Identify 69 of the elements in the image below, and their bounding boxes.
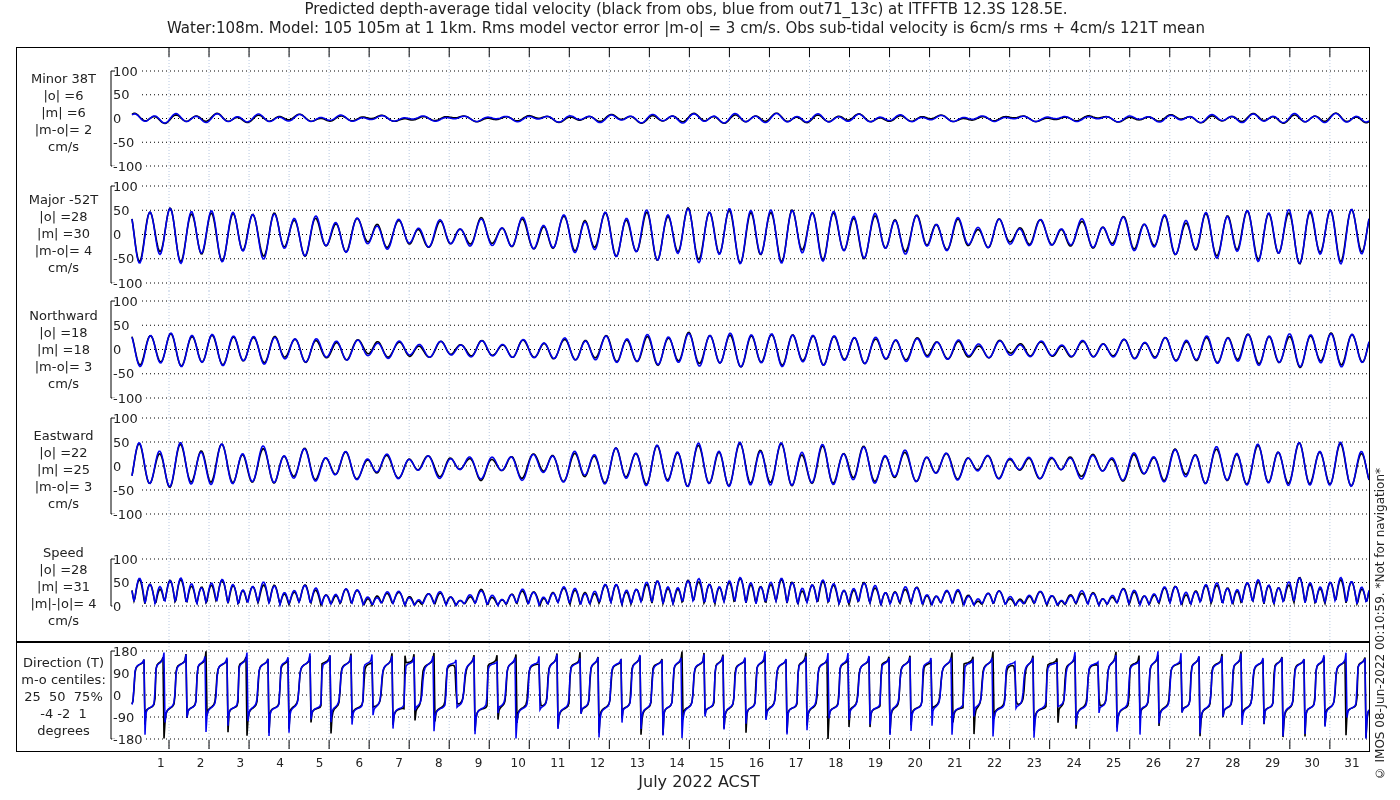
x-tick-label: 3	[236, 756, 245, 772]
x-tick-label: 27	[1185, 756, 1201, 772]
y-tick-label: 0	[113, 687, 122, 703]
x-tick-label: 4	[276, 756, 284, 772]
y-tick-label: -100	[113, 506, 143, 522]
y-tick-label: -90	[113, 709, 135, 725]
y-tick-label: 0	[113, 598, 122, 614]
x-axis-label: July 2022 ACST	[638, 772, 760, 792]
y-tick-label: 100	[113, 293, 138, 309]
panel-label: Northward |o| =18 |m| =18 |m-o|= 3 cm/s	[28, 307, 99, 393]
x-tick-label: 31	[1344, 756, 1360, 772]
panel-label: Major -52T |o| =28 |m| =30 |m-o|= 4 cm/s	[27, 191, 100, 277]
chart-title: Predicted depth-average tidal velocity (black from obs, blue from out71_13c) at ITFFTB 12.3S 128.5E.	[304, 0, 1068, 19]
x-tick-label: 11	[550, 756, 566, 772]
x-tick-label: 20	[907, 756, 923, 772]
x-tick-label: 13	[629, 756, 645, 772]
y-tick-label: -50	[113, 134, 135, 150]
y-tick-label: 100	[113, 178, 138, 194]
x-tick-label: 15	[709, 756, 725, 772]
x-tick-label: 1	[157, 756, 165, 772]
y-tick-label: -180	[113, 731, 143, 747]
x-tick-label: 25	[1106, 756, 1122, 772]
chart-title: Water:108m. Model: 105 105m at 1 1km. Rms model vector error |m-o| = 3 cm/s. Obs sub-tidal velocity is 6cm/s rms + 4cm/s 121T mean	[166, 19, 1206, 38]
x-tick-label: 10	[510, 756, 526, 772]
x-tick-label: 19	[867, 756, 884, 772]
x-tick-label: 26	[1145, 756, 1162, 772]
y-tick-label: 50	[113, 317, 130, 333]
y-tick-label: 50	[113, 434, 130, 450]
x-tick-label: 24	[1066, 756, 1082, 772]
x-tick-label: 21	[947, 756, 963, 772]
x-tick-label: 22	[986, 756, 1003, 772]
x-tick-label: 28	[1225, 756, 1241, 772]
y-tick-label: -50	[113, 366, 135, 382]
panel-label: Minor 38T |o| =6 |m| =6 |m-o|= 2 cm/s	[30, 69, 97, 156]
y-tick-label: 0	[113, 342, 122, 358]
y-tick-label: -100	[113, 275, 143, 291]
y-tick-label: 100	[113, 551, 138, 567]
x-tick-label: 29	[1264, 756, 1281, 772]
panel-label: Speed |o| =28 |m| =31 |m|-|o|= 4 cm/s	[29, 543, 98, 630]
y-tick-label: 50	[113, 202, 130, 218]
x-tick-label: 17	[788, 756, 804, 772]
x-tick-label: 2	[196, 756, 205, 772]
y-tick-label: -50	[113, 482, 135, 498]
panel-label: Direction (T) m-o centiles: 25 50 75% -4 -2 1 degrees	[20, 653, 107, 740]
x-tick-label: 7	[395, 756, 403, 772]
y-tick-label: 50	[113, 575, 130, 591]
x-tick-label: 9	[474, 756, 483, 772]
y-tick-label: 100	[113, 410, 138, 426]
x-tick-label: 16	[748, 756, 765, 772]
y-tick-label: 50	[113, 87, 130, 103]
y-tick-label: 100	[113, 63, 138, 79]
y-tick-label: -100	[113, 390, 143, 406]
y-tick-label: 0	[113, 227, 122, 243]
x-tick-label: 23	[1026, 756, 1042, 772]
y-tick-label: 90	[113, 665, 130, 681]
y-tick-label: -100	[113, 158, 143, 174]
x-tick-label: 14	[669, 756, 685, 772]
x-tick-label: 6	[355, 756, 364, 772]
y-tick-label: 180	[113, 643, 138, 659]
y-tick-label: 0	[113, 111, 122, 127]
y-tick-label: 0	[113, 458, 122, 474]
credit-text: © IMOS 08-Jun-2022 00:10:59. *Not for navigation*	[1372, 467, 1388, 780]
x-tick-label: 30	[1304, 756, 1320, 772]
x-tick-label: 12	[589, 756, 606, 772]
y-tick-label: -50	[113, 251, 135, 267]
x-tick-label: 18	[828, 756, 844, 772]
x-tick-label: 5	[315, 756, 324, 772]
panel-label: Eastward |o| =22 |m| =25 |m-o|= 3 cm/s	[32, 427, 95, 513]
x-tick-label: 8	[434, 756, 443, 772]
